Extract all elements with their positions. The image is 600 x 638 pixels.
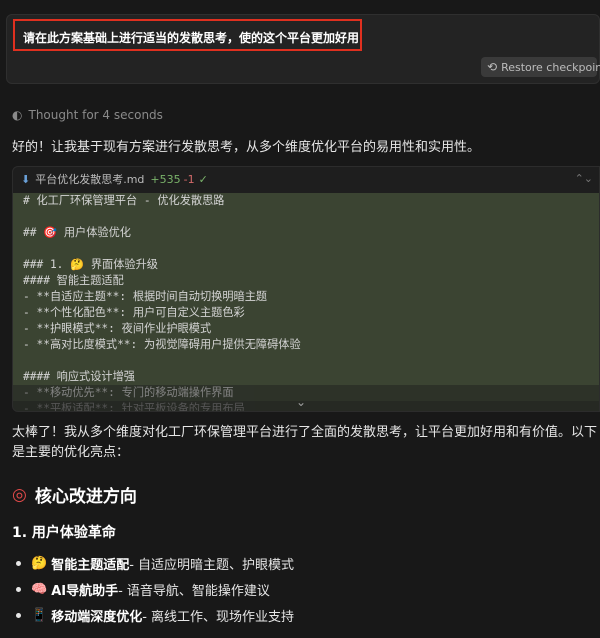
code-line (13, 209, 599, 225)
code-line (13, 353, 599, 369)
bullet-icon: 🧠 (31, 581, 48, 597)
file-header[interactable]: ⬇ 平台优化发散思考.md +535 -1 ✓ ⌃⌄ (13, 167, 599, 191)
bullet-title: 移动端深度优化 (51, 609, 143, 625)
chevron-down-icon[interactable]: ⌄ (296, 395, 306, 409)
code-line: ## 🎯 用户体验优化 (13, 225, 599, 241)
bullet-text: - 语音导航、智能操作建议 (118, 583, 270, 599)
expand-icon[interactable]: ⌃⌄ (575, 172, 593, 185)
code-line: # 化工厂环保管理平台 - 优化发散思路 (13, 193, 599, 209)
code-line (13, 241, 599, 257)
restore-label: Restore checkpoint (501, 60, 600, 74)
section-heading: ◎ 核心改进方向 (12, 482, 137, 508)
bullet-dot (16, 612, 21, 618)
bullet-text: - 自适应明暗主题、护眼模式 (129, 557, 295, 573)
bullet-icon: 🤔 (31, 555, 48, 571)
lines-removed: -1 (183, 172, 195, 186)
bullet-icon: 📱 (31, 607, 48, 623)
target-icon: ◎ (12, 484, 27, 505)
list-item: 🤔 智能主题适配 - 自适应明暗主题、护眼模式 (12, 550, 600, 576)
summary-text: 太棒了！我从多个维度对化工厂环保管理平台进行了全面的发散思考，让平台更加好用和有… (12, 425, 598, 460)
bullet-dot (16, 560, 21, 566)
bullet-list: 🤔 智能主题适配 - 自适应明暗主题、护眼模式 🧠 AI导航助手 - 语音导航、智能操… (12, 550, 600, 628)
restore-checkpoint-button[interactable]: ⟲ Restore checkpoint (481, 57, 600, 77)
thought-label: Thought for 4 seconds (28, 108, 163, 122)
code-line: - **自适应主题**: 根据时间自动切换明暗主题 (13, 289, 599, 305)
bullet-title: 智能主题适配 (51, 557, 130, 573)
code-line: ### 1. 🤔 界面体验升级 (13, 257, 599, 273)
prompt-box[interactable]: 请在此方案基础上进行适当的发散思考，使的这个平台更加好用 ⟲ Restore c… (6, 14, 600, 84)
file-diff-panel: ⬇ 平台优化发散思考.md +535 -1 ✓ ⌃⌄ # 化工厂环保管理平台 -… (12, 166, 600, 412)
prompt-text[interactable]: 请在此方案基础上进行适当的发散思考，使的这个平台更加好用 (13, 19, 362, 51)
code-line: - **个性化配色**: 用户可自定义主题色彩 (13, 305, 599, 321)
list-item: 📱 移动端深度优化 - 离线工作、现场作业支持 (12, 602, 600, 628)
download-icon: ⬇ (21, 172, 31, 186)
lines-added: +535 (150, 172, 181, 186)
subsection-heading: 1. 用户体验革命 (12, 525, 116, 541)
file-name[interactable]: 平台优化发散思考.md (35, 171, 144, 187)
bullet-text: - 离线工作、现场作业支持 (142, 609, 295, 625)
restore-icon: ⟲ (487, 60, 498, 74)
bullet-title: AI导航助手 (51, 583, 119, 599)
list-item: 🧠 AI导航助手 - 语音导航、智能操作建议 (12, 576, 600, 602)
check-icon: ✓ (198, 172, 208, 186)
code-line: #### 响应式设计增强 (13, 369, 599, 385)
code-block: # 化工厂环保管理平台 - 优化发散思路 ## 🎯 用户体验优化 ### 1. … (13, 193, 599, 411)
code-line: - **高对比度模式**: 为视觉障碍用户提供无障碍体验 (13, 337, 599, 353)
bullet-dot (16, 586, 21, 592)
section-heading-text: 核心改进方向 (34, 487, 137, 507)
brain-icon: ◐ (12, 108, 23, 122)
code-line: #### 智能主题适配 (13, 273, 599, 289)
code-line: - **护眼模式**: 夜间作业护眼模式 (13, 321, 599, 337)
thought-indicator[interactable]: ◐ Thought for 4 seconds (12, 106, 163, 124)
intro-text: 好的！让我基于现有方案进行发散思考，从多个维度优化平台的易用性和实用性。 (12, 140, 481, 155)
